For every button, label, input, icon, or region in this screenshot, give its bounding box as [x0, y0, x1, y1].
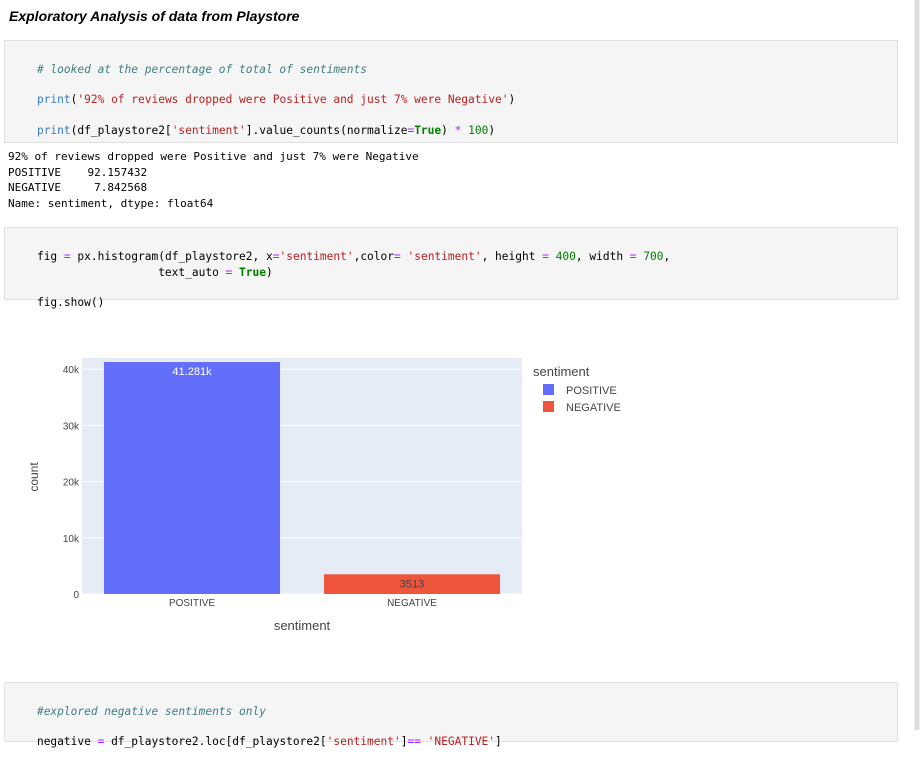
legend-swatch[interactable] — [543, 384, 554, 395]
code-number: 100 — [461, 124, 489, 137]
y-axis-label: count — [27, 462, 41, 492]
code-string: 'sentiment' — [171, 124, 246, 137]
code-token: ].value_counts(normalize — [245, 124, 408, 137]
sentiment-histogram-chart[interactable]: 41.281k 3513 0 10k 20k 30k 40k POSITIVE NEGATI… — [0, 340, 700, 640]
section-heading: Exploratory Analysis of data from Playst… — [9, 8, 300, 24]
code-line-negative: negative = df_playstore2.loc[df_playstor… — [10, 718, 502, 766]
output-line: Name: sentiment, dtype: float64 — [8, 197, 214, 210]
x-axis-label: sentiment — [274, 618, 331, 633]
code-operator: = — [629, 250, 637, 263]
code-comment: # looked at the percentage of total of s… — [36, 63, 367, 76]
code-number: 700 — [636, 250, 664, 263]
code-number: 400 — [548, 250, 576, 263]
code-keyword: True — [232, 266, 266, 279]
legend-entry[interactable]: POSITIVE — [566, 385, 617, 397]
y-tick-label: 40k — [63, 365, 80, 376]
y-tick-label: 10k — [63, 534, 80, 545]
output-line: NEGATIVE 7.842568 — [8, 181, 148, 194]
legend-swatch[interactable] — [543, 401, 554, 412]
x-axis-ticks: POSITIVE NEGATIVE — [169, 598, 437, 609]
code-string: 'sentiment' — [279, 250, 354, 263]
code-token: print — [36, 124, 71, 137]
code-token: ] — [495, 735, 502, 748]
legend-entry[interactable]: NEGATIVE — [566, 402, 621, 414]
code-token: , — [663, 250, 671, 263]
code-cell-histogram[interactable]: fig = px.histogram(df_playstore2, x='sen… — [4, 227, 898, 309]
code-cell-percentages[interactable]: # looked at the percentage of total of s… — [4, 40, 898, 143]
code-token: ) — [441, 124, 455, 137]
code-token: fig.show() — [36, 296, 105, 309]
code-operator: = — [97, 735, 105, 748]
code-operator: = — [394, 250, 401, 263]
code-token: ] — [400, 735, 408, 748]
code-string: 'NEGATIVE' — [420, 735, 496, 748]
code-token: ) — [508, 93, 516, 106]
code-token: df_playstore2.loc[df_playstore2[ — [104, 735, 327, 748]
output-line: POSITIVE 92.157432 — [8, 166, 148, 179]
code-token: , width — [575, 250, 630, 263]
legend: sentiment POSITIVE NEGATIVE — [533, 364, 621, 414]
x-tick-label: POSITIVE — [169, 598, 215, 609]
scrollbar-thumb[interactable] — [915, 0, 919, 730]
code-string: 'sentiment' — [400, 250, 482, 263]
code-operator: == — [407, 735, 421, 748]
y-tick-label: 20k — [63, 478, 80, 489]
code-token: ,color — [353, 250, 394, 263]
code-token: ) — [265, 266, 273, 279]
code-keyword: True — [414, 124, 442, 137]
bar-data-label: 3513 — [400, 578, 424, 590]
output-line: 92% of reviews dropped were Positive and… — [8, 150, 419, 163]
code-comment: #explored negative sentiments only — [36, 705, 266, 718]
y-tick-label: 0 — [73, 590, 79, 601]
code-string: '92% of reviews dropped were Positive an… — [77, 93, 509, 106]
code-token: , height — [481, 250, 543, 263]
code-token: print — [36, 93, 71, 106]
x-tick-label: NEGATIVE — [387, 598, 437, 609]
y-tick-label: 30k — [63, 421, 80, 432]
y-axis-ticks: 0 10k 20k 30k 40k — [63, 365, 80, 601]
code-token: ) — [488, 124, 496, 137]
code-token: (df_playstore2[ — [70, 124, 172, 137]
legend-title: sentiment — [533, 364, 590, 379]
bar-positive[interactable] — [104, 362, 280, 594]
code-line-show: fig.show() — [10, 279, 104, 327]
code-operator: = — [542, 250, 549, 263]
code-line-print-value-counts: print(df_playstore2['sentiment'].value_c… — [10, 107, 495, 155]
code-cell-negative-filter[interactable]: #explored negative sentiments only negat… — [4, 682, 898, 748]
bar-data-label: 41.281k — [172, 366, 212, 378]
code-string: 'sentiment' — [326, 735, 401, 748]
code-token: negative — [36, 735, 98, 748]
code-token: text_auto — [36, 266, 226, 279]
